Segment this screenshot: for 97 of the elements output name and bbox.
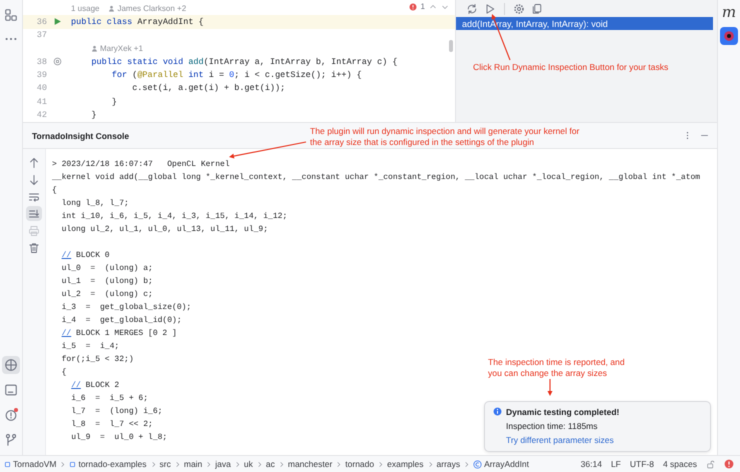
annotation-text: The inspection time is reported, and you can change the array sizes bbox=[488, 357, 625, 379]
chevron-right-icon bbox=[205, 460, 212, 468]
branch-icon bbox=[4, 433, 18, 447]
annotation-arrow bbox=[548, 379, 552, 396]
scroll-to-end-button[interactable] bbox=[26, 206, 42, 221]
console-line: ul_1 = (ulong) b; bbox=[60, 276, 153, 288]
run-icon bbox=[52, 17, 62, 26]
notification-text: Inspection time: 1185ms bbox=[506, 421, 598, 431]
console-line: l_7 = (long) i_6; bbox=[70, 406, 162, 418]
maven-button[interactable]: m bbox=[720, 3, 738, 21]
chevron-up-icon bbox=[429, 2, 437, 10]
annotation-text: Click Run Dynamic Inspection Button for your tasks bbox=[473, 62, 668, 73]
structure-button[interactable] bbox=[2, 6, 20, 24]
scroll-to-end-icon bbox=[28, 208, 40, 220]
person-icon bbox=[108, 5, 116, 12]
console-line: { bbox=[52, 185, 57, 197]
chevron-right-icon bbox=[256, 460, 263, 468]
module-icon bbox=[69, 460, 76, 468]
lock-icon bbox=[706, 460, 715, 468]
class-icon bbox=[473, 460, 482, 468]
play-icon bbox=[484, 2, 496, 14]
console-line: int i_10, i_6, i_5, i_4, i_3, i_15, i_14, i_12; bbox=[60, 211, 288, 223]
problems-icon bbox=[4, 408, 18, 422]
breadcrumb-item[interactable]: TornadoVM bbox=[13, 459, 56, 469]
breadcrumb-item[interactable]: src bbox=[160, 459, 171, 469]
person-icon bbox=[91, 45, 98, 52]
arrow-down-icon bbox=[28, 174, 40, 186]
file-encoding[interactable]: UTF-8 bbox=[630, 459, 654, 469]
code-line: 38 public static void add(IntArray a, IntArray b, IntArray c) { bbox=[36, 56, 398, 68]
arrow-up-icon bbox=[28, 156, 40, 168]
code-line: 37 bbox=[36, 29, 48, 42]
notification-title: Dynamic testing completed! bbox=[506, 407, 620, 417]
code-line: 39 for (@Parallel int i = 0; i < c.getSize(); i++) { bbox=[36, 69, 363, 82]
terminal-icon bbox=[4, 383, 18, 397]
settings-icon bbox=[513, 2, 525, 14]
parameter-sizes-link[interactable]: Try different parameter sizes bbox=[506, 435, 620, 445]
module-icon bbox=[4, 460, 11, 468]
breadcrumb-item[interactable]: tornado bbox=[345, 459, 374, 469]
chevron-right-icon bbox=[463, 460, 470, 468]
chevron-right-icon bbox=[278, 460, 285, 468]
console-line: i_3 = get_global_size(0); bbox=[60, 302, 192, 314]
copy-icon bbox=[531, 2, 543, 14]
console-line: ul_0 = (ulong) a; bbox=[60, 263, 153, 275]
breadcrumb-item[interactable]: java bbox=[215, 459, 231, 469]
breadcrumb-item[interactable]: arrays bbox=[436, 459, 460, 469]
console-line: i_6 = i_5 + 6; bbox=[70, 393, 148, 405]
structure-icon bbox=[4, 8, 18, 22]
console-line: __kernel void add(__global long *_kernel_context, __constant uchar *_constant_region, __local uchar *_local_region, __global int *_atom bbox=[52, 172, 700, 184]
chevron-right-icon bbox=[59, 460, 66, 468]
inspector-button[interactable] bbox=[720, 27, 738, 45]
indent-setting[interactable]: 4 spaces bbox=[662, 459, 697, 469]
console-line: for(;i_5 < 32;) bbox=[60, 354, 134, 366]
breadcrumb-item[interactable]: examples bbox=[387, 459, 424, 469]
breadcrumb-item[interactable]: uk bbox=[244, 459, 253, 469]
code-line: 41 } bbox=[36, 96, 118, 108]
console-comment: // BLOCK 1 MERGES [0 2 ] bbox=[60, 328, 177, 340]
breadcrumb-item[interactable]: ac bbox=[266, 459, 275, 469]
breadcrumb-item[interactable]: ArrayAddInt bbox=[484, 459, 530, 469]
soft-wrap-icon bbox=[28, 190, 40, 202]
console-line: long l_8, l_7; bbox=[60, 198, 129, 210]
panel-title: TornadoInsight Console bbox=[32, 130, 130, 140]
console-line: ulong ul_2, ul_1, ul_0, ul_13, ul_11, ul_9; bbox=[60, 224, 268, 236]
problems-count[interactable]: 1 bbox=[420, 2, 425, 11]
chevron-right-icon bbox=[150, 460, 157, 468]
chevron-right-icon bbox=[174, 460, 181, 468]
breadcrumb-item[interactable]: manchester bbox=[288, 459, 332, 469]
chevron-right-icon bbox=[234, 460, 241, 468]
chevron-right-icon bbox=[426, 460, 434, 468]
chevron-right-icon bbox=[335, 460, 342, 468]
chevron-right-icon bbox=[377, 460, 384, 468]
cursor-position[interactable]: 36:14 bbox=[580, 459, 602, 469]
console-line: i_5 = i_4; bbox=[60, 341, 120, 353]
breadcrumb-item[interactable]: main bbox=[184, 459, 202, 469]
breadcrumb-item[interactable]: tornado-examples bbox=[78, 459, 147, 469]
code-line: 42 } bbox=[36, 109, 98, 122]
refresh-icon bbox=[466, 2, 478, 14]
globe-icon bbox=[4, 358, 18, 372]
scrollbar-thumb bbox=[449, 40, 453, 52]
line-ending[interactable]: LF bbox=[610, 459, 621, 469]
globe-button[interactable] bbox=[2, 356, 20, 374]
console-line: l_8 = l_7 << 2; bbox=[70, 419, 153, 431]
override-icon bbox=[52, 57, 62, 66]
info-icon bbox=[493, 407, 502, 416]
console-comment: // BLOCK 2 bbox=[70, 380, 120, 392]
console-line: ul_2 = (ulong) c; bbox=[60, 289, 153, 301]
console-line: i_4 = get_global_id(0); bbox=[60, 315, 182, 327]
code-line: 40 c.set(i, a.get(i) + b.get(i)); bbox=[36, 82, 286, 96]
annotation-text: The plugin will run dynamic inspection and will generate your kernel for the array size that is configured in the settings of the plugin bbox=[310, 126, 580, 148]
error-icon bbox=[408, 2, 417, 10]
printer-icon bbox=[28, 224, 40, 236]
console-line: ul_9 = ul_0 + l_8; bbox=[70, 432, 168, 444]
record-icon bbox=[722, 29, 736, 43]
error-icon bbox=[724, 459, 734, 469]
console-line: { bbox=[60, 367, 66, 379]
console-line: > 2023/12/18 16:07:47 OpenCL Kernel bbox=[52, 159, 230, 171]
console-comment: // BLOCK 0 bbox=[60, 250, 110, 262]
trash-icon bbox=[28, 242, 40, 254]
